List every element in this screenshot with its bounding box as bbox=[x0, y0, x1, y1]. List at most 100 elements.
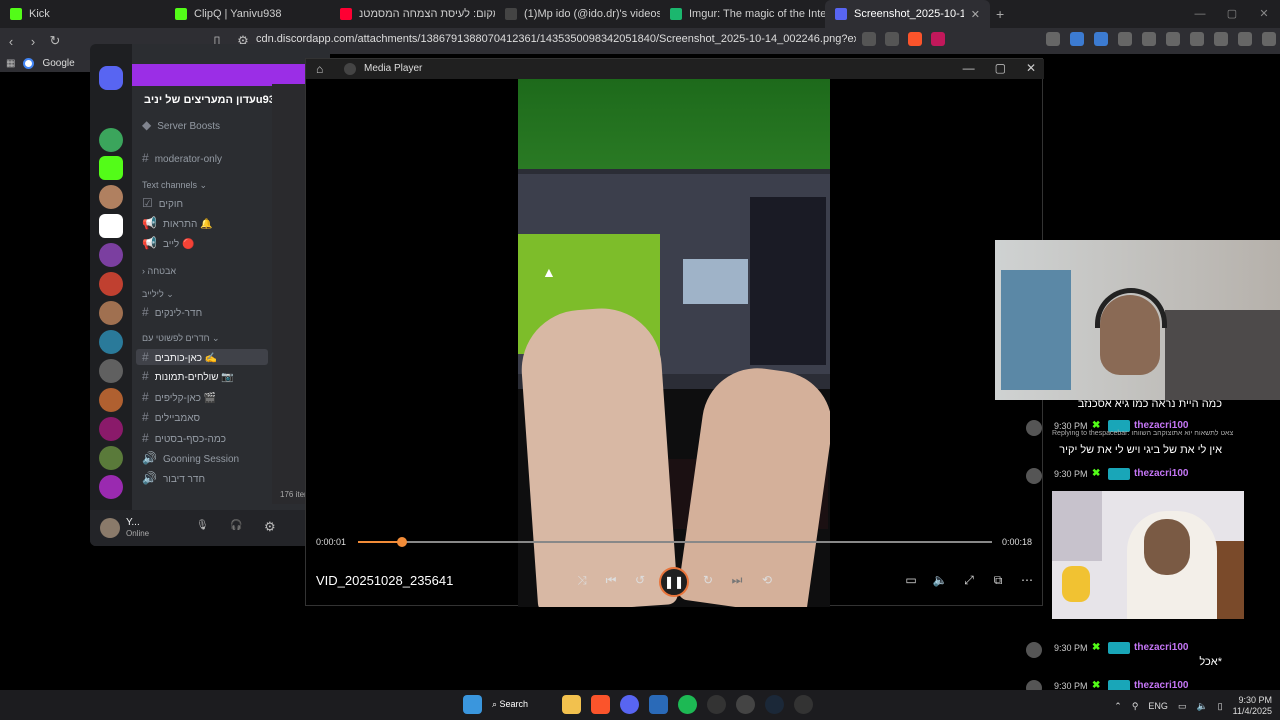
close-icon[interactable]: ✕ bbox=[1248, 0, 1280, 28]
skip-back-icon[interactable]: ↺ bbox=[631, 573, 649, 587]
share-icon[interactable] bbox=[885, 32, 899, 46]
obs-icon[interactable] bbox=[736, 695, 755, 714]
minimize-icon[interactable]: — bbox=[963, 61, 975, 75]
previous-icon[interactable]: ⏮ bbox=[602, 573, 620, 588]
seek-bar[interactable]: 0:00:01 0:00:18 bbox=[306, 531, 1044, 551]
brave-rewards-icon[interactable] bbox=[931, 32, 945, 46]
discord-home-icon[interactable] bbox=[99, 66, 123, 90]
browser-tab[interactable]: Kick bbox=[0, 0, 165, 28]
category-live[interactable]: לילייב ⌄ bbox=[142, 289, 174, 300]
fullscreen-icon[interactable]: ⤢ bbox=[960, 573, 978, 588]
app-icon[interactable] bbox=[649, 695, 668, 714]
back-icon[interactable]: ‹ bbox=[0, 34, 22, 49]
avatar[interactable] bbox=[100, 518, 120, 538]
zoom-icon[interactable] bbox=[862, 32, 876, 46]
close-icon[interactable]: ✕ bbox=[1026, 61, 1036, 75]
file-explorer-icon[interactable] bbox=[562, 695, 581, 714]
url-field[interactable]: cdn.discordapp.com/attachments/138679138… bbox=[256, 33, 856, 45]
puzzle-icon[interactable] bbox=[1118, 32, 1132, 46]
seek-handle[interactable] bbox=[397, 537, 408, 547]
brave-shield-icon[interactable] bbox=[908, 32, 922, 46]
taskbar-search[interactable]: ⌕ Search bbox=[492, 695, 552, 714]
channel-rules[interactable]: ☑ חוקים bbox=[142, 196, 183, 210]
location-icon[interactable]: ⚲ bbox=[1132, 701, 1139, 712]
extension-icon[interactable] bbox=[1046, 32, 1060, 46]
video-frame[interactable] bbox=[518, 79, 830, 607]
channel-thumbnails[interactable]: # סאמביילים bbox=[142, 410, 200, 424]
maximize-icon[interactable]: ▢ bbox=[995, 61, 1006, 75]
server-icon[interactable] bbox=[99, 156, 123, 180]
tray-overflow-icon[interactable]: ⌃ bbox=[1114, 701, 1122, 712]
volume-icon[interactable]: 🔈 bbox=[931, 573, 949, 587]
close-tab-icon[interactable]: ✕ bbox=[971, 8, 980, 21]
server-icon[interactable] bbox=[99, 301, 123, 325]
extension-icon[interactable] bbox=[1094, 32, 1108, 46]
minimize-icon[interactable]: — bbox=[1184, 0, 1216, 28]
server-icon[interactable] bbox=[99, 359, 123, 383]
brave-icon[interactable] bbox=[591, 695, 610, 714]
server-icon[interactable] bbox=[99, 475, 123, 499]
reload-icon[interactable]: ↻ bbox=[44, 33, 66, 49]
server-icon[interactable] bbox=[99, 330, 123, 354]
channel-links[interactable]: # חדר-לינקים bbox=[142, 305, 202, 319]
pause-button[interactable]: ❚❚ bbox=[659, 567, 689, 597]
windows-start-icon[interactable] bbox=[463, 695, 482, 714]
headphones-icon[interactable]: 🎧 bbox=[230, 520, 242, 531]
server-icon[interactable] bbox=[99, 272, 123, 296]
channel-clips[interactable]: # כאן-קליפים 🎬 bbox=[142, 390, 216, 404]
spotify-icon[interactable] bbox=[678, 695, 697, 714]
music-icon[interactable] bbox=[1166, 32, 1180, 46]
language-indicator[interactable]: ENG bbox=[1148, 701, 1168, 711]
repeat-icon[interactable]: ⟲ bbox=[758, 573, 776, 587]
skip-forward-icon[interactable]: ↻ bbox=[699, 573, 717, 587]
category-security[interactable]: › אבטחה bbox=[142, 266, 176, 276]
new-tab-icon[interactable]: + bbox=[996, 6, 1004, 22]
shuffle-icon[interactable]: ⤨ bbox=[573, 573, 591, 588]
browser-tab[interactable]: (1)Mp ido (@ido.dr)'s videos with ״ג bbox=[495, 0, 660, 28]
channel-pictures[interactable]: # שולחים-תמונות 📷 bbox=[142, 369, 234, 383]
clock[interactable]: 9:30 PM 11/4/2025 bbox=[1233, 695, 1272, 717]
browser-tab[interactable]: ClipQ | Yanivu938 bbox=[165, 0, 330, 28]
server-icon[interactable] bbox=[99, 214, 123, 238]
bookmark-google[interactable]: Google bbox=[42, 58, 74, 69]
apps-icon[interactable]: ▦ bbox=[6, 58, 15, 69]
next-icon[interactable]: ⏭ bbox=[728, 573, 746, 588]
channel-announcements[interactable]: 📢 התראות 🔔 bbox=[142, 216, 213, 230]
browser-tab-active[interactable]: Screenshot_2025-10-14_002246✕ bbox=[825, 0, 990, 28]
server-icon[interactable] bbox=[99, 243, 123, 267]
category-text-channels[interactable]: Text channels ⌄ bbox=[142, 180, 207, 191]
battery-icon[interactable]: ▯ bbox=[1218, 701, 1223, 712]
volume-icon[interactable]: 🔈 bbox=[1196, 701, 1207, 712]
wallet-icon[interactable] bbox=[1214, 32, 1228, 46]
voice-channel-gooning[interactable]: 🔊 Gooning Session bbox=[142, 451, 239, 465]
discord-icon[interactable] bbox=[620, 695, 639, 714]
extension-icon[interactable] bbox=[1142, 32, 1156, 46]
app-icon[interactable] bbox=[707, 695, 726, 714]
browser-tab[interactable]: Imgur: The magic of the Internet bbox=[660, 0, 825, 28]
extension-icon[interactable] bbox=[1070, 32, 1084, 46]
seek-track[interactable] bbox=[358, 537, 992, 547]
subtitles-icon[interactable]: ▭ bbox=[902, 573, 920, 587]
media-player-icon[interactable] bbox=[794, 695, 813, 714]
channel-writing[interactable]: # כאן-כותבים ✍️ bbox=[136, 349, 268, 365]
miniplayer-icon[interactable]: ⧉ bbox=[989, 573, 1007, 588]
voice-channel-talk[interactable]: 🔊 חדר דיבור bbox=[142, 471, 205, 485]
sidebar-icon[interactable] bbox=[1190, 32, 1204, 46]
server-icon[interactable] bbox=[99, 185, 123, 209]
server-icon[interactable] bbox=[99, 446, 123, 470]
server-icon[interactable] bbox=[99, 417, 123, 441]
server-icon[interactable] bbox=[99, 388, 123, 412]
server-boosts[interactable]: ◆ Server Boosts bbox=[142, 118, 220, 132]
settings-icon[interactable]: ⚙ bbox=[264, 519, 276, 535]
steam-icon[interactable] bbox=[765, 695, 784, 714]
channel-moderator-only[interactable]: # moderator-only bbox=[142, 151, 222, 165]
leo-icon[interactable] bbox=[1238, 32, 1252, 46]
category-rooms[interactable]: חדרים לפשוטי עם ⌄ bbox=[142, 333, 220, 344]
chat-username[interactable]: thezacri100 bbox=[1134, 642, 1188, 653]
chat-username[interactable]: thezacri100 bbox=[1134, 468, 1188, 479]
server-icon[interactable] bbox=[99, 128, 123, 152]
channel-money[interactable]: # כמה-כסף-בסטים bbox=[142, 431, 226, 445]
maximize-icon[interactable]: ▢ bbox=[1216, 0, 1248, 28]
network-icon[interactable]: ▭ bbox=[1178, 701, 1187, 712]
channel-live[interactable]: 📢 לייב 🔴 bbox=[142, 236, 194, 250]
